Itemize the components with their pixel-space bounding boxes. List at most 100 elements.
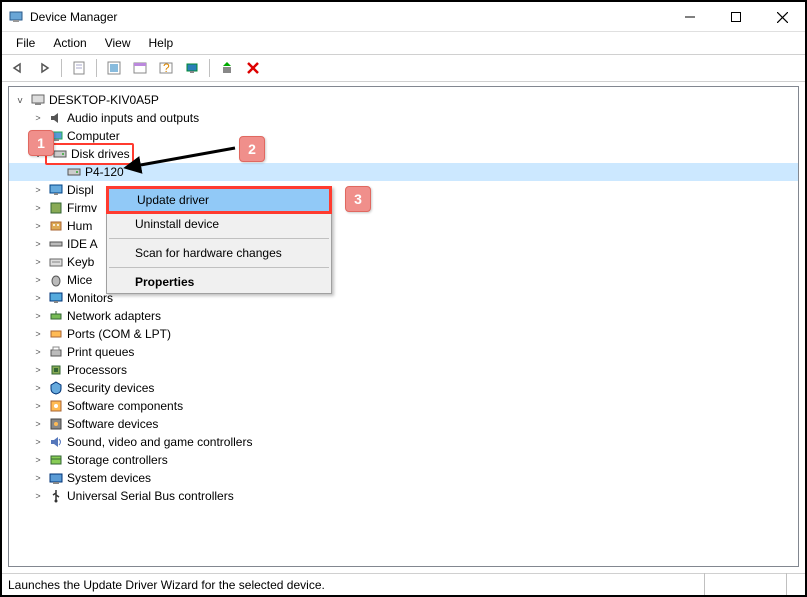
update-driver-icon[interactable] <box>215 57 239 79</box>
toolbar-separator <box>209 59 210 77</box>
printer-icon <box>48 344 64 360</box>
sw-dev-icon <box>48 416 64 432</box>
chevron-right-icon[interactable]: > <box>31 181 45 199</box>
chevron-right-icon[interactable]: > <box>31 361 45 379</box>
toolbar-separator <box>96 59 97 77</box>
ctx-uninstall-device[interactable]: Uninstall device <box>107 213 331 235</box>
menu-file[interactable]: File <box>8 34 43 52</box>
statusbar-divider <box>786 573 787 595</box>
chevron-right-icon[interactable]: > <box>31 109 45 127</box>
tree-category[interactable]: > Software devices <box>9 415 798 433</box>
ctx-separator <box>109 267 329 268</box>
minimize-button[interactable] <box>667 2 713 32</box>
tree-category[interactable]: > Security devices <box>9 379 798 397</box>
category-label: Universal Serial Bus controllers <box>67 487 234 505</box>
tree-category[interactable]: > Audio inputs and outputs <box>9 109 798 127</box>
category-label: Disk drives <box>71 145 130 163</box>
category-label: Ports (COM & LPT) <box>67 325 171 343</box>
tree-category[interactable]: ⅴDisk drives <box>9 145 798 163</box>
tree-category[interactable]: > System devices <box>9 469 798 487</box>
category-label: Firmv <box>67 199 97 217</box>
statusbar-divider <box>704 573 705 595</box>
tree-category[interactable]: > Universal Serial Bus controllers <box>9 487 798 505</box>
category-label: Hum <box>67 217 92 235</box>
chevron-right-icon[interactable]: > <box>31 433 45 451</box>
chevron-right-icon[interactable]: > <box>31 307 45 325</box>
category-label: Software devices <box>67 415 158 433</box>
security-icon <box>48 380 64 396</box>
chevron-right-icon[interactable]: > <box>31 487 45 505</box>
tree-device[interactable]: P4-120 <box>9 163 798 181</box>
tree-category[interactable]: > Storage controllers <box>9 451 798 469</box>
hid-icon <box>48 218 64 234</box>
chevron-right-icon[interactable]: > <box>31 217 45 235</box>
tree-category[interactable]: >Network adapters <box>9 307 798 325</box>
chevron-right-icon[interactable]: > <box>31 325 45 343</box>
category-label: System devices <box>67 469 151 487</box>
category-label: Audio inputs and outputs <box>67 109 199 127</box>
display-icon <box>48 182 64 198</box>
scan-hardware-icon[interactable] <box>180 57 204 79</box>
category-label: Software components <box>67 397 183 415</box>
toolbar: ? <box>2 54 805 82</box>
chevron-right-icon[interactable]: > <box>31 199 45 217</box>
tree-category[interactable]: > Software components <box>9 397 798 415</box>
menu-action[interactable]: Action <box>45 34 94 52</box>
disk-icon <box>66 164 82 180</box>
ctx-properties[interactable]: Properties <box>107 271 331 293</box>
device-label: P4-120 <box>85 163 124 181</box>
statusbar: Launches the Update Driver Wizard for th… <box>2 573 805 595</box>
close-button[interactable] <box>759 2 805 32</box>
keyboard-icon <box>48 254 64 270</box>
menu-view[interactable]: View <box>97 34 139 52</box>
device-manager-window: Device Manager File Action View Help ? ⅴ… <box>0 0 807 597</box>
help-icon[interactable] <box>102 57 126 79</box>
device-tree[interactable]: ⅴ DESKTOP-KIV0A5P > Audio inputs and outp… <box>8 86 799 567</box>
category-label: Displ <box>67 181 94 199</box>
toolbar-separator <box>61 59 62 77</box>
disk-icon <box>52 146 68 162</box>
tree-category[interactable]: > Ports (COM & LPT) <box>9 325 798 343</box>
tree-category[interactable]: >Print queues <box>9 343 798 361</box>
chevron-right-icon[interactable]: > <box>31 379 45 397</box>
chevron-right-icon[interactable]: > <box>31 469 45 487</box>
chevron-right-icon[interactable]: > <box>31 253 45 271</box>
forward-button[interactable] <box>32 57 56 79</box>
category-label: Processors <box>67 361 127 379</box>
menu-help[interactable]: Help <box>141 34 182 52</box>
chevron-down-icon[interactable]: ⅴ <box>13 91 27 109</box>
chevron-right-icon[interactable]: > <box>31 397 45 415</box>
callout-3: 3 <box>345 186 371 212</box>
back-button[interactable] <box>6 57 30 79</box>
action-window-icon[interactable] <box>128 57 152 79</box>
category-label: Security devices <box>67 379 154 397</box>
chevron-right-icon[interactable]: > <box>31 271 45 289</box>
chevron-right-icon[interactable]: > <box>31 415 45 433</box>
chevron-right-icon[interactable]: > <box>31 343 45 361</box>
chevron-right-icon[interactable]: > <box>31 451 45 469</box>
callout-1: 1 <box>28 130 54 156</box>
options-icon[interactable]: ? <box>154 57 178 79</box>
tree-root[interactable]: ⅴ DESKTOP-KIV0A5P <box>9 91 798 109</box>
window-controls <box>667 2 805 32</box>
tree-category[interactable]: > Processors <box>9 361 798 379</box>
tree-category[interactable]: >Sound, video and game controllers <box>9 433 798 451</box>
usb-icon <box>48 488 64 504</box>
tree-root-label: DESKTOP-KIV0A5P <box>49 91 159 109</box>
monitor-icon <box>48 290 64 306</box>
status-text: Launches the Update Driver Wizard for th… <box>8 578 325 592</box>
menubar: File Action View Help <box>2 32 805 54</box>
ports-icon <box>48 326 64 342</box>
ctx-update-driver[interactable]: Update driver <box>109 189 329 211</box>
network-icon <box>48 308 64 324</box>
mouse-icon <box>48 272 64 288</box>
titlebar: Device Manager <box>2 2 805 32</box>
uninstall-icon[interactable] <box>241 57 265 79</box>
ctx-scan-hardware[interactable]: Scan for hardware changes <box>107 242 331 264</box>
category-label: Storage controllers <box>67 451 168 469</box>
chevron-right-icon[interactable]: > <box>31 289 45 307</box>
system-icon <box>48 470 64 486</box>
maximize-button[interactable] <box>713 2 759 32</box>
chevron-right-icon[interactable]: > <box>31 235 45 253</box>
properties-sheet-icon[interactable] <box>67 57 91 79</box>
